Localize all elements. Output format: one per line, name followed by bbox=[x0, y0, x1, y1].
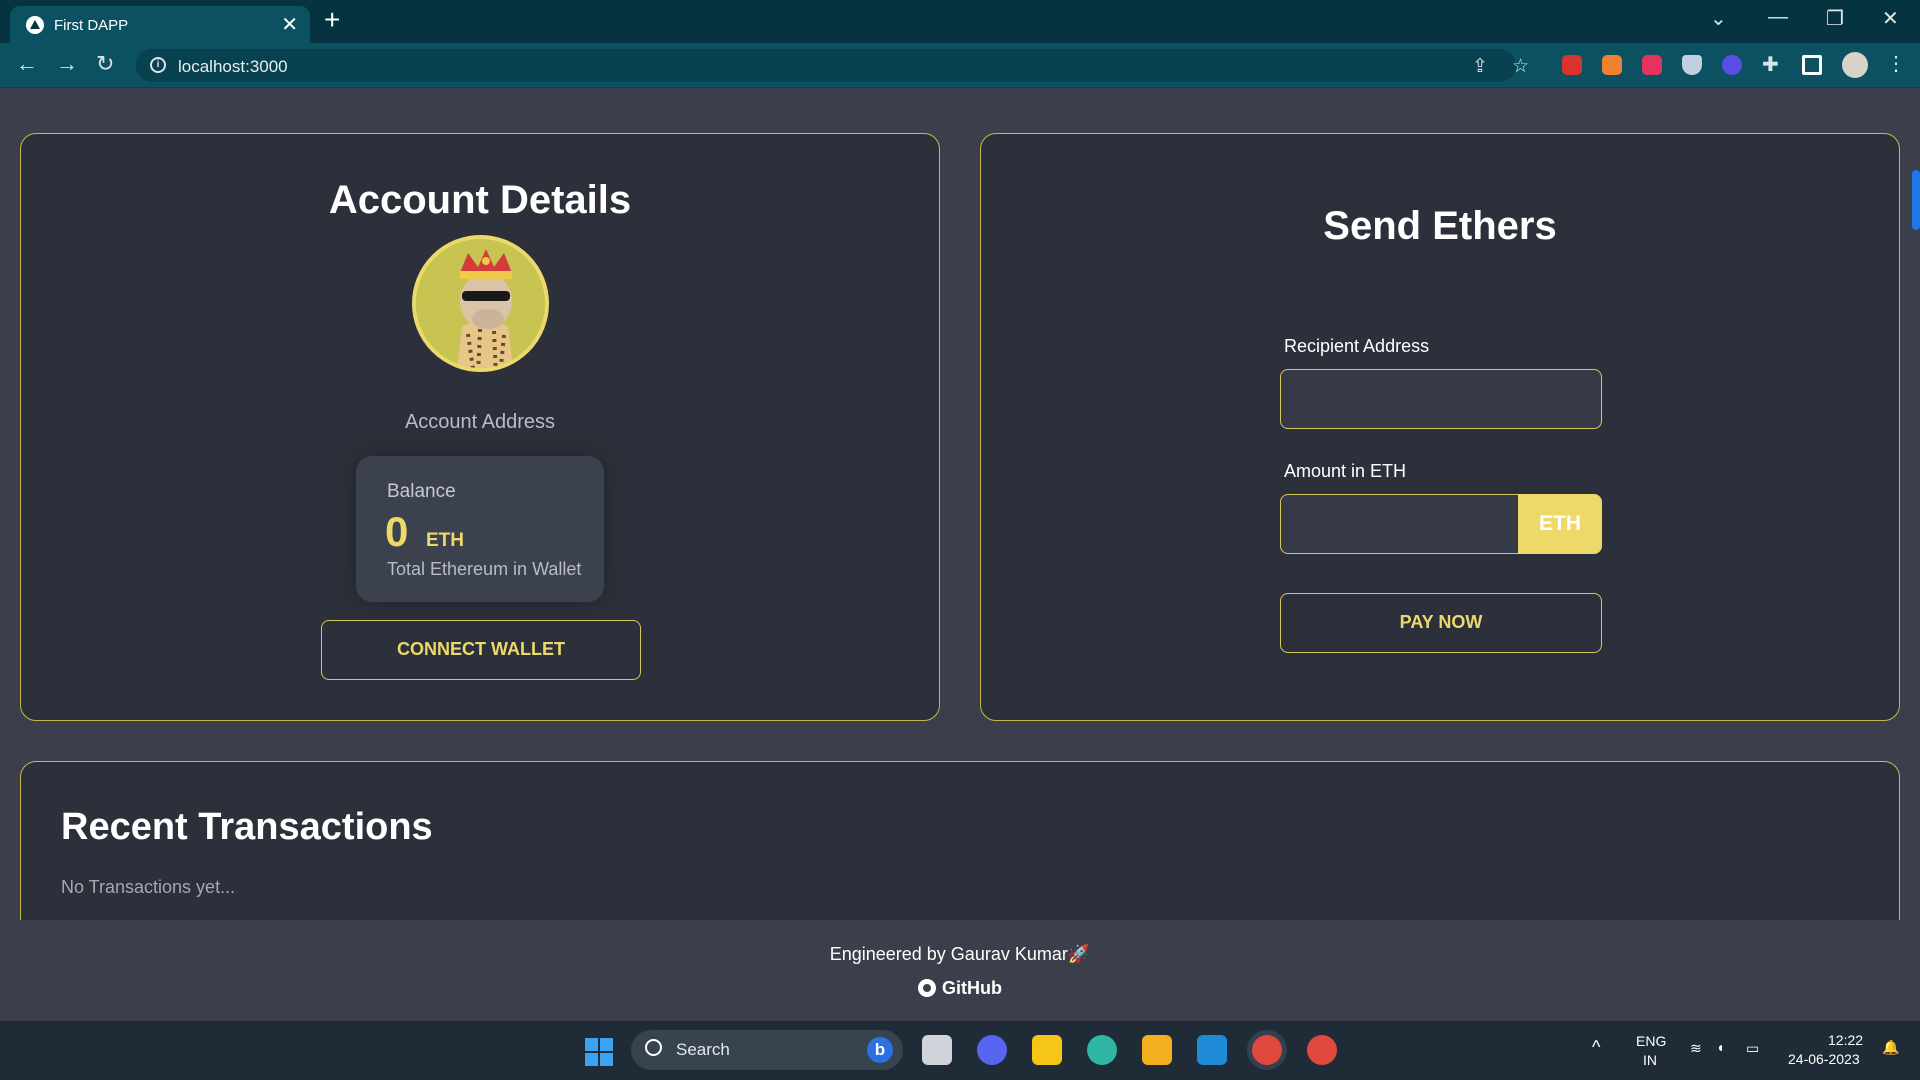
recent-transactions-title: Recent Transactions bbox=[61, 806, 433, 848]
extensions-puzzle-icon[interactable]: ✚ bbox=[1762, 52, 1779, 77]
bing-icon[interactable]: b bbox=[867, 1037, 893, 1063]
send-ethers-card: Send Ethers Recipient Address Amount in … bbox=[980, 133, 1900, 721]
edge-icon[interactable] bbox=[1087, 1035, 1117, 1065]
recent-transactions-card: Recent Transactions No Transactions yet.… bbox=[20, 761, 1900, 931]
no-transactions-text: No Transactions yet... bbox=[61, 877, 236, 897]
back-arrow-icon[interactable]: ← bbox=[16, 51, 38, 77]
notification-bell-icon[interactable]: 🔔 bbox=[1882, 1039, 1899, 1056]
restore-icon[interactable]: ❐ bbox=[1826, 6, 1844, 31]
clock-time[interactable]: 12:22 bbox=[1828, 1032, 1863, 1048]
browser-tab[interactable]: First DAPP ✕ bbox=[10, 6, 310, 43]
new-tab-button[interactable]: + bbox=[324, 4, 340, 36]
tab-favicon-icon bbox=[26, 16, 44, 34]
discord-icon[interactable] bbox=[977, 1035, 1007, 1065]
address-bar[interactable]: i localhost:3000 ⇪ ☆ bbox=[136, 49, 1529, 82]
account-details-title: Account Details bbox=[328, 178, 632, 222]
language-bottom[interactable]: IN bbox=[1643, 1052, 1657, 1068]
profile-avatar[interactable] bbox=[1842, 52, 1868, 78]
side-panel-icon[interactable] bbox=[1802, 55, 1822, 75]
battery-icon[interactable]: ▭ bbox=[1746, 1040, 1759, 1057]
site-info-icon[interactable]: i bbox=[150, 57, 166, 73]
window-close-icon[interactable]: ✕ bbox=[1882, 6, 1899, 31]
taskbar-search-placeholder: Search bbox=[676, 1040, 730, 1059]
browser-titlebar: First DAPP ✕ + ⌄ — ❐ ✕ bbox=[0, 0, 1920, 43]
windows-taskbar: Search b ^ ENG IN ≋ ◖ ▭ 12:22 24-06-2023… bbox=[0, 1021, 1920, 1080]
windows-start-icon[interactable] bbox=[585, 1038, 613, 1066]
tab-title: First DAPP bbox=[54, 17, 129, 34]
github-link-label[interactable]: GitHub bbox=[942, 978, 1002, 998]
pay-now-button[interactable]: PAY NOW bbox=[1280, 593, 1602, 653]
ape-avatar-image bbox=[416, 239, 545, 368]
recipient-address-label: Recipient Address bbox=[1284, 336, 1430, 356]
send-ethers-title: Send Ethers bbox=[1323, 204, 1557, 248]
account-address-label: Account Address bbox=[404, 411, 556, 433]
address-bar-url[interactable]: localhost:3000 bbox=[178, 57, 288, 77]
page-footer: Engineered by Gaurav Kumar🚀 GitHub bbox=[0, 920, 1920, 1020]
ublock-extension-icon[interactable] bbox=[1562, 55, 1582, 75]
amount-label: Amount in ETH bbox=[1284, 461, 1407, 481]
file-explorer-icon[interactable] bbox=[1142, 1035, 1172, 1065]
tray-chevron-up-icon[interactable]: ^ bbox=[1592, 1037, 1600, 1058]
metamask-extension-icon[interactable] bbox=[1602, 55, 1622, 75]
task-view-icon[interactable] bbox=[922, 1035, 952, 1065]
reload-icon[interactable]: ↻ bbox=[96, 51, 114, 77]
sticky-notes-icon[interactable] bbox=[1032, 1035, 1062, 1065]
account-details-card: Account Details Account Address Balance … bbox=[20, 133, 940, 721]
scrollbar-thumb[interactable] bbox=[1912, 170, 1920, 230]
connect-wallet-button[interactable]: CONNECT WALLET bbox=[321, 620, 641, 680]
recipient-address-input[interactable] bbox=[1280, 369, 1602, 429]
forward-arrow-icon[interactable]: → bbox=[56, 51, 78, 77]
gear-extension-icon[interactable] bbox=[1722, 55, 1742, 75]
share-icon[interactable]: ⇪ bbox=[1472, 55, 1488, 78]
bookmark-star-icon[interactable]: ☆ bbox=[1512, 55, 1529, 78]
balance-box: Balance 0 ETH Total Ethereum in Wallet bbox=[356, 456, 604, 602]
volume-icon[interactable]: ◖ bbox=[1716, 1039, 1724, 1055]
language-top[interactable]: ENG bbox=[1636, 1033, 1666, 1049]
wifi-icon[interactable]: ≋ bbox=[1690, 1040, 1702, 1057]
menu-kebab-icon[interactable]: ⋮ bbox=[1886, 51, 1906, 76]
account-avatar bbox=[412, 235, 549, 372]
eth-unit-addon: ETH bbox=[1518, 494, 1602, 554]
taskbar-search-box[interactable]: Search b bbox=[631, 1030, 903, 1070]
vscode-icon[interactable] bbox=[1197, 1035, 1227, 1065]
minimize-icon[interactable]: — bbox=[1768, 6, 1788, 29]
footer-credit: Engineered by Gaurav Kumar🚀 bbox=[829, 944, 1091, 964]
balance-subtitle: Total Ethereum in Wallet bbox=[387, 559, 582, 579]
balance-label: Balance bbox=[387, 481, 456, 502]
tab-close-icon[interactable]: ✕ bbox=[281, 12, 298, 37]
amount-input[interactable] bbox=[1280, 494, 1520, 554]
extension-red-feather-icon[interactable] bbox=[1642, 55, 1662, 75]
github-icon bbox=[918, 979, 936, 997]
balance-value: 0 bbox=[385, 508, 409, 555]
tab-search-chevron-icon[interactable]: ⌄ bbox=[1710, 6, 1727, 31]
github-link[interactable]: GitHub bbox=[0, 978, 1920, 999]
clock-date[interactable]: 24-06-2023 bbox=[1788, 1051, 1860, 1067]
browser-toolbar: ← → ↻ i localhost:3000 ⇪ ☆ ✚ ⋮ bbox=[0, 43, 1920, 88]
search-icon bbox=[645, 1039, 662, 1056]
shield-extension-icon[interactable] bbox=[1682, 55, 1702, 75]
balance-unit: ETH bbox=[426, 530, 464, 551]
chrome-profile-icon[interactable] bbox=[1307, 1035, 1337, 1065]
chrome-icon[interactable] bbox=[1252, 1035, 1282, 1065]
